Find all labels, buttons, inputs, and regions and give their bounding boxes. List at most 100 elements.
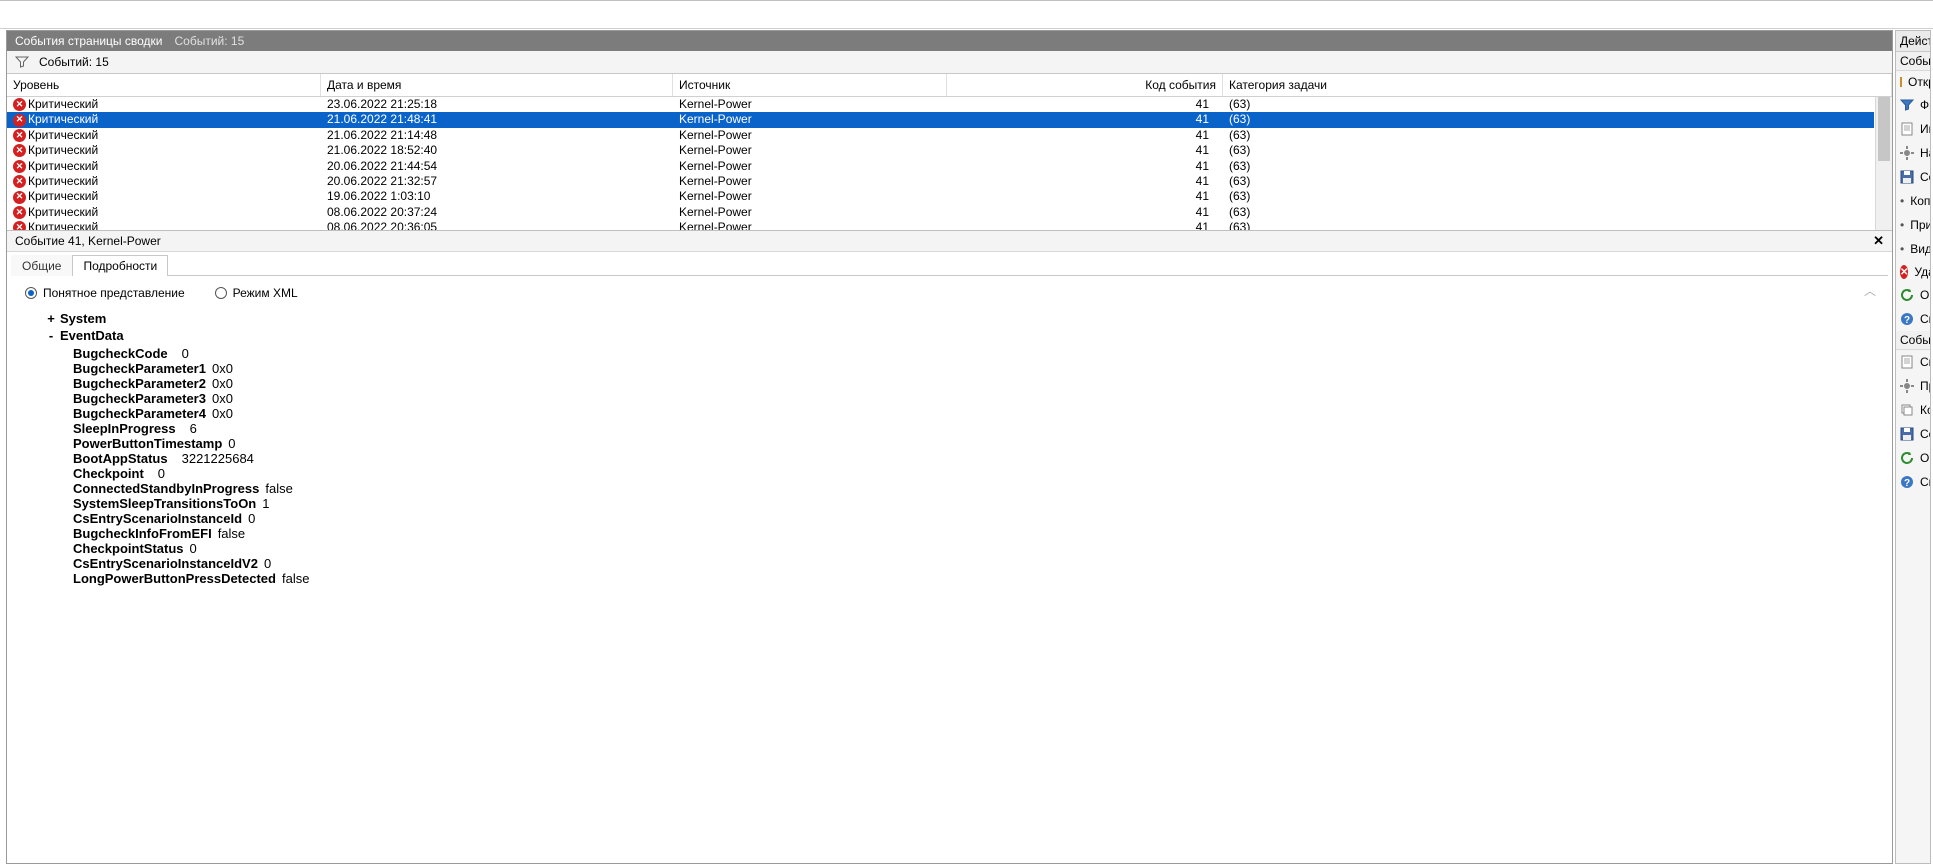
action-label: Сохранить (1920, 170, 1931, 184)
action-item[interactable]: •Присоединить (1896, 213, 1930, 237)
table-row[interactable]: ✕Критический20.06.2022 21:32:57Kernel-Po… (7, 174, 1874, 189)
action-item[interactable]: Сохранить (1896, 422, 1930, 446)
cell-code: 41 (947, 205, 1223, 220)
action-label: Сохранить (1920, 427, 1931, 441)
cell-category: (63) (1223, 97, 1874, 112)
table-row[interactable]: ✕Критический21.06.2022 21:48:41Kernel-Po… (7, 112, 1874, 127)
action-item[interactable]: Обновить (1896, 283, 1930, 307)
scroll-up-icon[interactable]: ︿ (1864, 282, 1876, 299)
cell-source: Kernel-Power (673, 143, 947, 158)
critical-icon: ✕ (13, 191, 26, 204)
scrollbar-thumb[interactable] (1878, 97, 1890, 161)
eventdata-value: 0 (158, 466, 165, 481)
action-item[interactable]: •Вид (1896, 237, 1930, 261)
table-row[interactable]: ✕Критический21.06.2022 18:52:40Kernel-Po… (7, 143, 1874, 158)
expand-icon[interactable]: + (45, 311, 57, 326)
table-row[interactable]: ✕Критический08.06.2022 20:36:05Kernel-Po… (7, 220, 1874, 231)
actions-header: Действия (1896, 31, 1930, 52)
eventdata-row: BugcheckInfoFromEFIfalse (73, 526, 1878, 541)
action-item[interactable]: ?Справка (1896, 470, 1930, 494)
cell-category: (63) (1223, 112, 1874, 127)
cell-code: 41 (947, 97, 1223, 112)
action-item[interactable]: ?Справка (1896, 307, 1930, 331)
critical-icon: ✕ (13, 221, 26, 231)
cell-level: Критический (28, 143, 98, 158)
action-item[interactable]: ✕Удалить (1896, 261, 1930, 283)
refresh-icon (1900, 287, 1914, 303)
critical-icon: ✕ (13, 98, 26, 111)
eventdata-row: BugcheckParameter2 0x0 (73, 376, 1878, 391)
action-item[interactable]: Свойства (1896, 350, 1930, 374)
collapse-icon[interactable]: - (45, 328, 57, 343)
eventdata-value: 0 (248, 511, 255, 526)
eventdata-value: false (265, 481, 292, 496)
col-header-level[interactable]: Уровень (7, 74, 321, 96)
tab-details[interactable]: Подробности (72, 255, 168, 276)
detail-pane: Понятное представление Режим XML ︿ + Sys… (7, 276, 1892, 863)
cell-date: 20.06.2022 21:44:54 (321, 159, 673, 174)
cell-code: 41 (947, 112, 1223, 127)
radio-xml-label: Режим XML (233, 286, 298, 300)
action-item[interactable]: Импорт (1896, 117, 1930, 141)
eventdata-value: false (218, 526, 245, 541)
cell-level: Критический (28, 97, 98, 112)
text-icon: • (1900, 217, 1904, 233)
action-label: Импорт (1920, 122, 1931, 136)
table-row[interactable]: ✕Критический19.06.2022 1:03:10Kernel-Pow… (7, 189, 1874, 204)
eventdata-key: Checkpoint (73, 466, 144, 481)
action-item[interactable]: Обновить (1896, 446, 1930, 470)
table-row[interactable]: ✕Критический23.06.2022 21:25:18Kernel-Po… (7, 97, 1874, 112)
tree-node-system[interactable]: + System (45, 310, 1878, 327)
radio-xml-button[interactable] (215, 287, 227, 299)
cell-date: 21.06.2022 18:52:40 (321, 143, 673, 158)
action-item[interactable]: Фильтр (1896, 93, 1930, 117)
eventdata-key: BugcheckParameter2 (73, 376, 206, 391)
cell-source: Kernel-Power (673, 97, 947, 112)
action-item[interactable]: Присоединить (1896, 374, 1930, 398)
action-label: Вид (1910, 242, 1931, 256)
detail-title: Событие 41, Kernel-Power (15, 234, 161, 248)
cell-category: (63) (1223, 189, 1874, 204)
action-item[interactable]: Открыть (1896, 71, 1930, 93)
action-item[interactable]: Сохранить (1896, 165, 1930, 189)
table-row[interactable]: ✕Критический21.06.2022 21:14:48Kernel-Po… (7, 128, 1874, 143)
action-item[interactable]: Настройки (1896, 141, 1930, 165)
radio-friendly-button[interactable] (25, 287, 37, 299)
col-header-source[interactable]: Источник (673, 74, 947, 96)
tab-general[interactable]: Общие (11, 255, 72, 276)
radio-xml[interactable]: Режим XML (215, 286, 298, 300)
cell-code: 41 (947, 174, 1223, 189)
cell-date: 20.06.2022 21:32:57 (321, 174, 673, 189)
critical-icon: ✕ (13, 175, 26, 188)
tree-label-eventdata: EventData (60, 328, 124, 343)
view-mode-radios: Понятное представление Режим XML (25, 286, 1874, 300)
vertical-scrollbar[interactable] (1875, 97, 1892, 230)
cell-code: 41 (947, 220, 1223, 231)
eventdata-value: 0 (190, 541, 197, 556)
eventdata-value: 0 (264, 556, 271, 571)
paper-icon (1900, 121, 1914, 137)
cell-category: (63) (1223, 159, 1874, 174)
actions-sub1: События (1896, 52, 1930, 71)
table-row[interactable]: ✕Критический08.06.2022 20:37:24Kernel-Po… (7, 205, 1874, 220)
col-header-category[interactable]: Категория задачи (1223, 74, 1892, 96)
action-item[interactable]: Копировать (1896, 398, 1930, 422)
table-row[interactable]: ✕Критический20.06.2022 21:44:54Kernel-Po… (7, 159, 1874, 174)
cell-level: Критический (28, 220, 98, 231)
critical-icon: ✕ (13, 160, 26, 173)
tree-node-eventdata[interactable]: - EventData (45, 327, 1878, 344)
col-header-code[interactable]: Код события (947, 74, 1223, 96)
svg-text:?: ? (1904, 315, 1910, 326)
disk-icon (1900, 426, 1914, 442)
eventdata-value: 0x0 (212, 376, 233, 391)
close-icon[interactable]: ✕ (1873, 233, 1884, 249)
action-item[interactable]: •Копировать (1896, 189, 1930, 213)
filter-bar: Событий: 15 (7, 51, 1892, 74)
radio-friendly[interactable]: Понятное представление (25, 286, 185, 300)
eventdata-row: CsEntryScenarioInstanceId0 (73, 511, 1878, 526)
action-label: Обновить (1920, 288, 1931, 302)
cell-code: 41 (947, 128, 1223, 143)
eventdata-value: 0 (182, 346, 189, 361)
filter-icon[interactable] (15, 55, 29, 69)
col-header-date[interactable]: Дата и время (321, 74, 673, 96)
